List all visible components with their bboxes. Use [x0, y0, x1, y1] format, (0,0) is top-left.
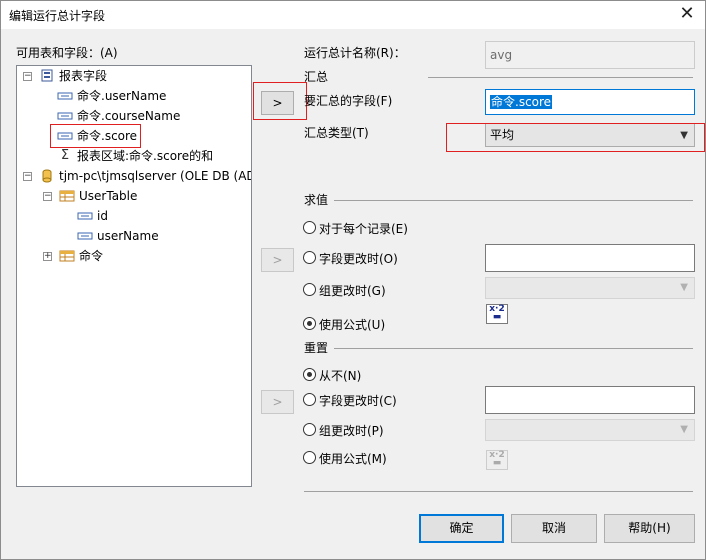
field-icon [57, 92, 73, 100]
radio-eval-field-change[interactable]: 字段更改时(O) [303, 250, 443, 266]
highlight-score-field [50, 124, 141, 148]
evaluate-divider [334, 200, 693, 201]
running-total-name-label: 运行总计名称(R)： [304, 46, 406, 60]
field-to-summarize-label: 要汇总的字段(F) [304, 94, 393, 108]
title-bar[interactable]: 编辑运行总计字段 ✕ [1, 1, 705, 29]
collapse-icon[interactable]: − [43, 192, 52, 201]
evaluate-group-label: 求值 [304, 193, 329, 207]
radio-eval-use-formula[interactable]: 使用公式(U) [303, 316, 443, 332]
available-fields-label: 可用表和字段：(A) [16, 46, 118, 60]
reset-formula-icon[interactable]: x·2 ▬ [486, 450, 508, 470]
reset-divider [334, 348, 693, 349]
field-icon [57, 112, 73, 120]
field-to-summarize-input[interactable]: 命令.score [485, 89, 695, 115]
summary-divider [428, 77, 693, 78]
summary-group-label: 汇总 [304, 70, 329, 84]
help-button[interactable]: 帮助(H) [604, 514, 695, 543]
chevron-down-icon: ▼ [680, 282, 688, 293]
ok-button[interactable]: 确定 [419, 514, 504, 543]
reset-field-input[interactable] [485, 386, 695, 414]
eval-field-input[interactable] [485, 244, 695, 272]
report-fields-icon [41, 69, 53, 82]
footer-divider [304, 491, 693, 492]
field-icon [77, 212, 93, 220]
collapse-icon[interactable]: − [23, 172, 32, 181]
highlight-add-button [253, 82, 307, 120]
edit-running-total-dialog: 编辑运行总计字段 ✕ 可用表和字段：(A) − 报表字段 命令.userName [0, 0, 706, 560]
radio-eval-each-record[interactable]: 对于每个记录(E) [303, 220, 443, 236]
chevron-down-icon: ▼ [680, 424, 688, 435]
running-total-name-field[interactable]: avg [485, 41, 695, 69]
table-icon [59, 190, 75, 202]
eval-formula-icon[interactable]: x·2 ▬ [486, 304, 508, 324]
summary-type-label: 汇总类型(T) [304, 126, 369, 140]
radio-selected-dot [307, 372, 312, 377]
window-title: 编辑运行总计字段 [9, 9, 106, 23]
reset-group-label: 重置 [304, 341, 329, 355]
highlight-summary-type [446, 123, 705, 152]
radio-reset-use-formula[interactable]: 使用公式(M) [303, 450, 443, 466]
database-icon [42, 169, 52, 183]
reset-group-select[interactable]: ▼ [485, 419, 695, 441]
close-icon[interactable]: ✕ [675, 3, 699, 25]
field-icon [77, 232, 93, 240]
radio-reset-field-change[interactable]: 字段更改时(C) [303, 392, 443, 408]
cancel-button[interactable]: 取消 [511, 514, 597, 543]
radio-selected-dot [307, 321, 312, 326]
radio-eval-group-change[interactable]: 组更改时(G) [303, 282, 443, 298]
radio-reset-never[interactable]: 从不(N) [303, 367, 443, 383]
expand-icon[interactable]: + [43, 252, 52, 261]
add-eval-field-button[interactable]: > [261, 248, 294, 272]
collapse-icon[interactable]: − [23, 72, 32, 81]
table-icon [59, 250, 75, 262]
field-to-summarize-value: 命令.score [490, 95, 553, 109]
eval-group-select[interactable]: ▼ [485, 277, 695, 299]
add-reset-field-button[interactable]: > [261, 390, 294, 414]
sigma-icon: Σ [60, 148, 70, 163]
radio-reset-group-change[interactable]: 组更改时(P) [303, 422, 443, 438]
